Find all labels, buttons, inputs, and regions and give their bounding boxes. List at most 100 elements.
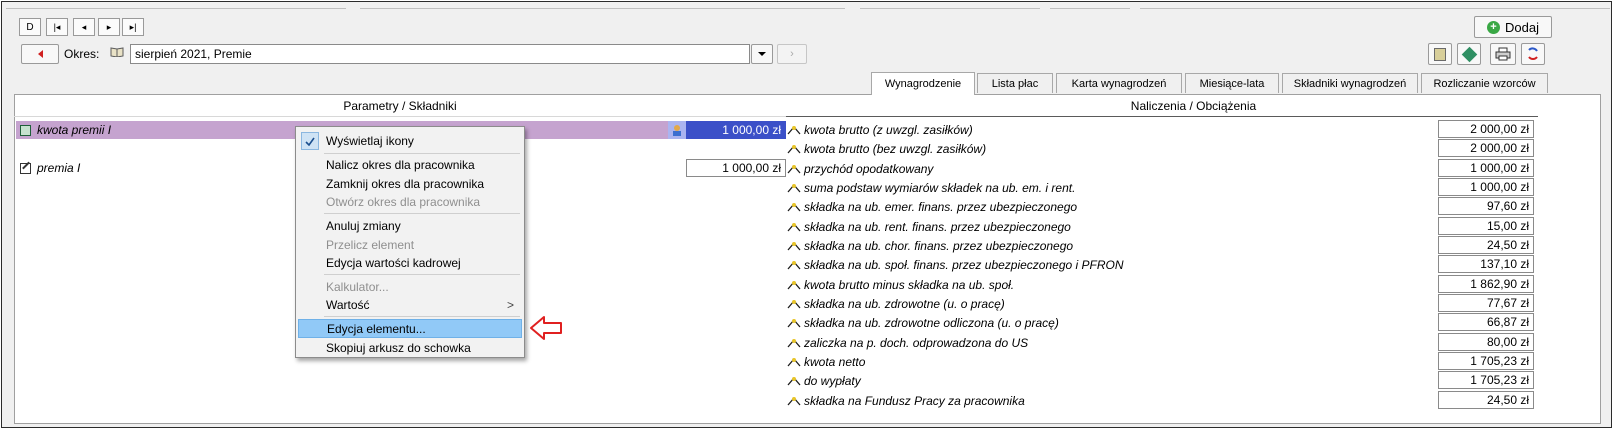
tab-label: Miesiące-lata	[1199, 77, 1265, 90]
formula-icon	[786, 221, 802, 233]
eraser-icon[interactable]	[1457, 43, 1481, 65]
calculation-value: 1 705,23 zł	[1438, 352, 1534, 370]
formula-icon	[786, 337, 802, 349]
calculation-row[interactable]: składka na ub. emer. finans. przez ubezp…	[786, 197, 1436, 216]
menu-separator	[324, 274, 520, 275]
menu-item-label: Wyświetlaj ikony	[326, 133, 414, 148]
calculation-value: 80,00 zł	[1438, 333, 1534, 351]
calculation-label: składka na ub. emer. finans. przez ubezp…	[804, 199, 1078, 214]
calculation-value: 137,10 zł	[1438, 255, 1534, 273]
menu-item-open-period: Otwórz okres dla pracownika	[296, 192, 524, 211]
calculation-label: kwota brutto minus składka na ub. społ.	[804, 277, 1015, 292]
calculation-row[interactable]: składka na ub. zdrowotne odliczona (u. o…	[786, 313, 1436, 332]
calculation-label: składka na Fundusz Pracy za pracownika	[804, 393, 1025, 408]
context-menu: Wyświetlaj ikony Nalicz okres dla pracow…	[295, 126, 525, 358]
period-forward-button[interactable]: ›	[777, 44, 807, 64]
tab-label: Karta wynagrodzeń	[1071, 77, 1167, 90]
calculation-row[interactable]: składka na ub. rent. finans. przez ubezp…	[786, 217, 1436, 236]
menu-item-label: Kalkulator...	[326, 279, 389, 294]
calculation-label: kwota brutto (z uwzgl. zasiłków)	[804, 122, 973, 137]
tab-label: Wynagrodzenie	[884, 78, 962, 90]
left-panel-header: Parametry / Składniki	[343, 99, 457, 113]
left-header-divider	[14, 116, 786, 117]
tab-rozliczanie-wzorcow[interactable]: Rozliczanie wzorców	[1421, 73, 1548, 93]
formula-icon	[786, 143, 802, 155]
nav-label: ▸	[106, 21, 112, 32]
refresh-icon[interactable]	[1521, 43, 1545, 65]
top-divider	[360, 2, 845, 9]
tab-karta-wynagrodzen[interactable]: Karta wynagrodzeń	[1056, 73, 1182, 93]
tab-skladniki-wynagrodzen[interactable]: Składniki wynagrodzeń	[1282, 73, 1418, 93]
menu-separator	[324, 213, 520, 214]
calculation-row[interactable]: zaliczka na p. doch. odprowadzona do US	[786, 333, 1436, 352]
calculation-label: do wypłaty	[804, 373, 861, 388]
top-divider	[1140, 2, 1610, 9]
calculation-label: zaliczka na p. doch. odprowadzona do US	[804, 335, 1029, 350]
calculation-value: 24,50 zł	[1438, 391, 1534, 409]
person-icon[interactable]	[668, 121, 686, 139]
calculation-value: 1 000,00 zł	[1438, 159, 1534, 177]
menu-item-label: Edycja wartości kadrowej	[326, 255, 461, 270]
formula-icon	[786, 182, 802, 194]
print-icon[interactable]	[1490, 43, 1516, 65]
top-divider	[1050, 2, 1130, 9]
menu-item-cancel-changes[interactable]: Anuluj zmiany	[296, 216, 524, 235]
menu-item-edit-element[interactable]: Edycja elementu...	[298, 319, 522, 338]
param-value-selected[interactable]: 1 000,00 zł	[686, 121, 786, 139]
nav-first-button[interactable]: D	[19, 18, 41, 36]
calculation-row[interactable]: kwota brutto minus składka na ub. społ.	[786, 275, 1436, 294]
menu-item-edit-hr-value[interactable]: Edycja wartości kadrowej	[296, 253, 524, 272]
menu-item-recalculate: Przelicz element	[296, 235, 524, 254]
menu-item-show-icons[interactable]: Wyświetlaj ikony	[296, 131, 524, 150]
period-dropdown-button[interactable]	[751, 44, 773, 64]
calculation-row[interactable]: kwota netto	[786, 352, 1436, 371]
menu-item-copy-sheet[interactable]: Skopiuj arkusz do schowka	[296, 338, 524, 357]
book-icon	[110, 46, 124, 58]
calculation-row[interactable]: składka na ub. społ. finans. przez ubezp…	[786, 255, 1436, 274]
top-divider	[860, 2, 1040, 9]
menu-item-value[interactable]: Wartość >	[296, 295, 524, 314]
param-label: premia I	[37, 161, 81, 175]
menu-item-close-period[interactable]: Zamknij okres dla pracownika	[296, 174, 524, 193]
menu-separator	[324, 153, 520, 154]
calculation-row[interactable]: suma podstaw wymiarów składek na ub. em.…	[786, 178, 1436, 197]
formula-icon	[786, 240, 802, 252]
add-button-label: Dodaj	[1505, 19, 1539, 35]
calculation-row[interactable]: do wypłaty	[786, 371, 1436, 390]
calculation-row[interactable]: kwota brutto (bez uwzgl. zasiłków)	[786, 139, 1436, 158]
menu-item-label: Wartość	[326, 297, 370, 312]
add-button[interactable]: + Dodaj	[1474, 16, 1552, 38]
menu-separator	[324, 316, 520, 317]
menu-item-calc-period[interactable]: Nalicz okres dla pracownika	[296, 155, 524, 174]
calculation-label: składka na ub. zdrowotne (u. o pracę)	[804, 296, 1005, 311]
right-header-divider	[786, 116, 1538, 117]
calculation-label: składka na ub. rent. finans. przez ubezp…	[804, 219, 1071, 234]
tab-lista-plac[interactable]: Lista płac	[977, 73, 1053, 93]
nav-next-button[interactable]: ▸	[98, 18, 120, 36]
top-divider	[6, 2, 346, 9]
nav-start-button[interactable]: |◂	[46, 18, 68, 36]
calculation-row[interactable]: kwota brutto (z uwzgl. zasiłków)	[786, 120, 1436, 139]
period-back-button[interactable]	[21, 44, 59, 64]
calculation-row[interactable]: składka na ub. zdrowotne (u. o pracę)	[786, 294, 1436, 313]
calculator-icon[interactable]	[1428, 43, 1452, 65]
menu-item-label: Zamknij okres dla pracownika	[326, 176, 485, 191]
calculation-row[interactable]: składka na ub. chor. finans. przez ubezp…	[786, 236, 1436, 255]
tab-label: Lista płac	[991, 77, 1039, 90]
calculation-label: składka na ub. społ. finans. przez ubezp…	[804, 257, 1124, 272]
tab-wynagrodzenie[interactable]: Wynagrodzenie	[871, 72, 975, 95]
submenu-arrow-icon: >	[506, 297, 514, 312]
nav-last-button[interactable]: ▸|	[122, 18, 144, 36]
formula-icon	[786, 298, 802, 310]
param-icon	[20, 124, 31, 136]
annotation-arrow-icon	[529, 315, 563, 344]
tab-label: Składniki wynagrodzeń	[1293, 77, 1407, 90]
plus-circle-icon: +	[1487, 20, 1501, 34]
period-select[interactable]: sierpień 2021, Premie	[130, 44, 750, 64]
param-value[interactable]: 1 000,00 zł	[686, 159, 786, 177]
calculation-row[interactable]: składka na Fundusz Pracy za pracownika	[786, 391, 1436, 410]
tab-miesiace-lata[interactable]: Miesiące-lata	[1185, 73, 1279, 93]
nav-label: ▸|	[129, 21, 137, 32]
calculation-row[interactable]: przychód opodatkowany	[786, 159, 1436, 178]
nav-prev-button[interactable]: ◂	[73, 18, 95, 36]
